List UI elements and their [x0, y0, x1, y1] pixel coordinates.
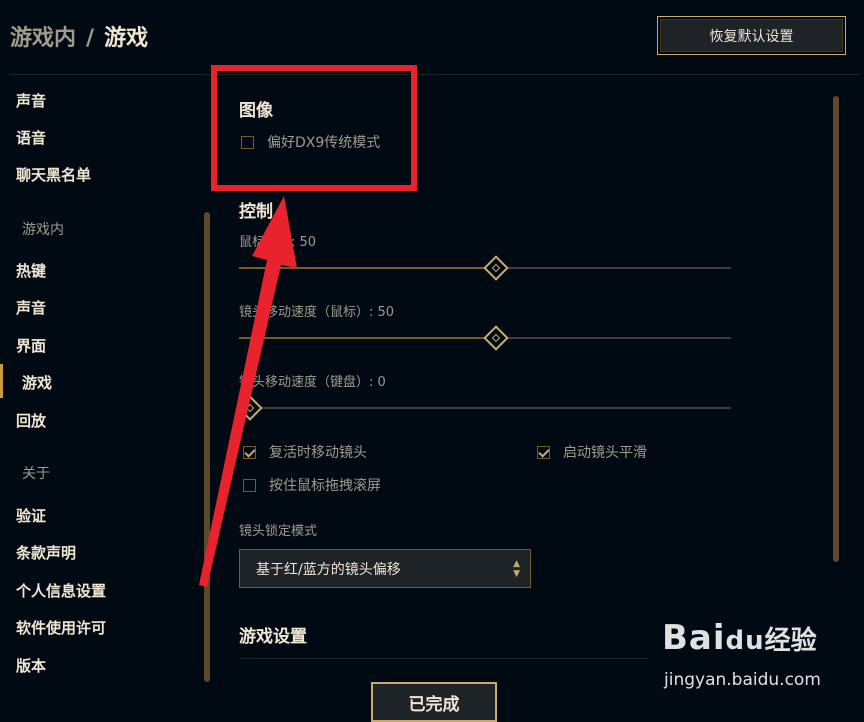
watermark-brand-cn: 经验 [764, 626, 817, 656]
watermark-url: jingyan.baidu.com [664, 670, 821, 690]
red-arrow-icon [199, 196, 297, 587]
watermark-brand: Baidu [662, 618, 765, 658]
baidu-watermark: Baidu经验 jingyan.baidu.com [662, 618, 821, 690]
